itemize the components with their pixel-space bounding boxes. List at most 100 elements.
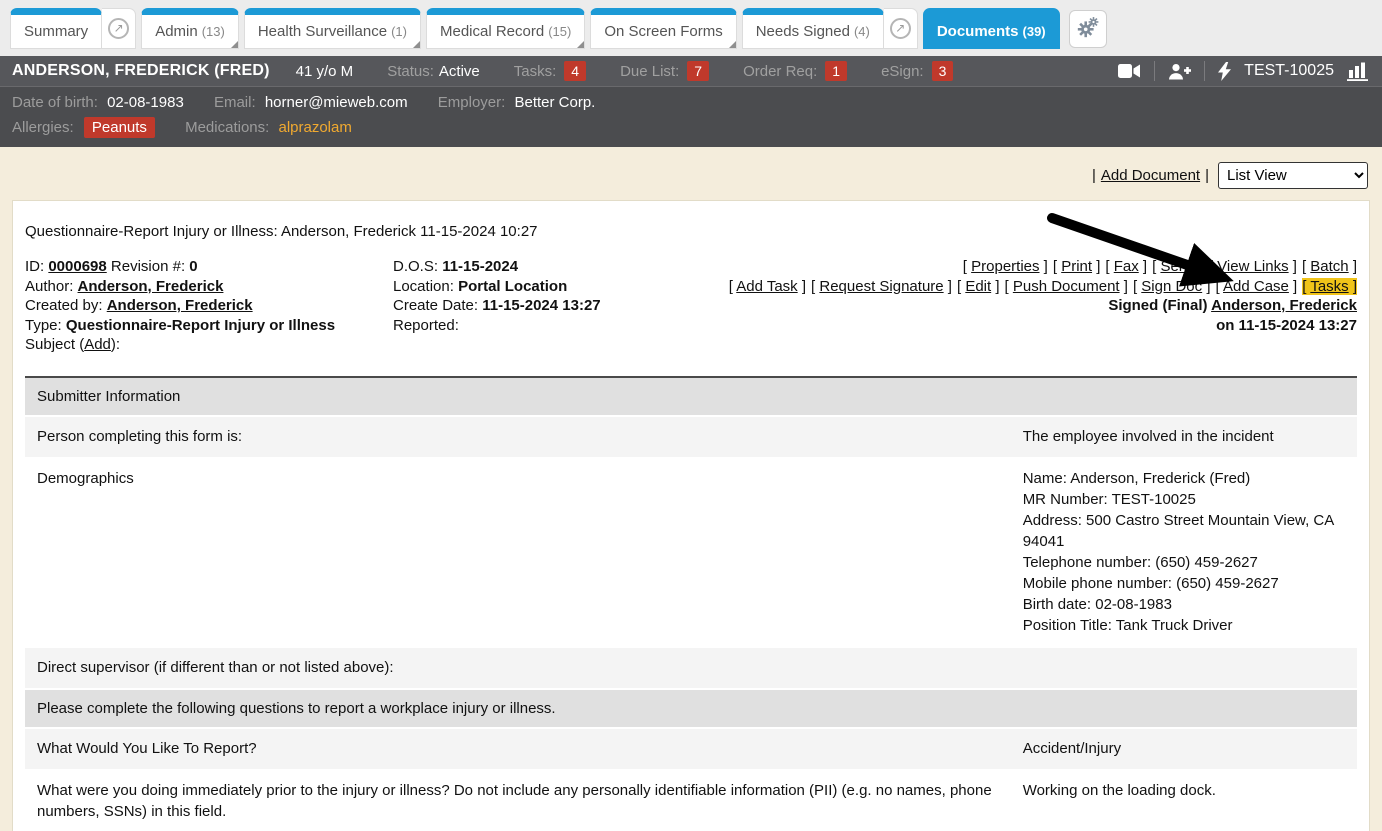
document-id-link[interactable]: 0000698 — [48, 258, 106, 275]
action-add-case: Add Case — [1216, 278, 1298, 295]
table-row: What were you doing immediately prior to… — [25, 770, 1357, 831]
location-label: Location: — [393, 278, 454, 295]
esign-label: eSign: — [881, 63, 924, 80]
popout-arrow-icon: ↗ — [108, 18, 129, 39]
type-value: Questionnaire-Report Injury or Illness — [66, 317, 335, 334]
question-cell: Direct supervisor (if different than or … — [25, 647, 1011, 689]
tab-summary-label: Summary — [24, 23, 88, 40]
action-print: Print — [1053, 258, 1101, 275]
document-title: Questionnaire-Report Injury or Illness: … — [25, 223, 1357, 240]
allergies-label: Allergies: — [12, 119, 74, 136]
created-by-label: Created by: — [25, 297, 103, 314]
add-user-icon[interactable] — [1168, 63, 1191, 80]
tab-admin-count: (13) — [202, 24, 225, 39]
tab-admin[interactable]: Admin (13) — [141, 8, 239, 49]
action-fax: Fax — [1105, 258, 1147, 275]
created-by-link[interactable]: Anderson, Frederick — [107, 297, 253, 314]
section-title: Please complete the following questions … — [25, 689, 1357, 728]
quick-action-bolt-icon[interactable] — [1218, 62, 1231, 81]
questionnaire-table: Submitter Information Person completing … — [25, 376, 1357, 831]
employer-label: Employer: — [438, 94, 506, 111]
answer-cell — [1011, 647, 1357, 689]
signed-status-line: Signed (Final) Anderson, Frederick — [693, 296, 1357, 316]
tab-medical-record-count: (15) — [548, 24, 571, 39]
action-send: Send — [1152, 258, 1204, 275]
dropdown-corner-icon — [413, 41, 420, 48]
document-meta: ID: 0000698 Revision #: 0 Author: Anders… — [25, 257, 1357, 355]
id-label: ID: — [25, 258, 44, 275]
section-header-row: Please complete the following questions … — [25, 689, 1357, 728]
tasks-count-badge[interactable]: 4 — [564, 61, 586, 81]
tab-medical-record[interactable]: Medical Record (15) — [426, 8, 585, 49]
divider — [1204, 61, 1205, 81]
action-tasks-highlighted: Tasks — [1302, 278, 1357, 295]
dos-value: 11-15-2024 — [442, 258, 518, 275]
status-label: Status: — [387, 63, 434, 80]
tab-documents-count: (39) — [1023, 24, 1046, 39]
view-mode-select[interactable]: List View — [1218, 162, 1368, 189]
reported-label: Reported: — [393, 317, 459, 334]
video-call-icon[interactable] — [1118, 63, 1141, 79]
mr-number: TEST-10025 — [1244, 62, 1334, 80]
subject-add-link[interactable]: Add — [84, 336, 111, 353]
separator — [1200, 167, 1214, 184]
patient-age-sex: 41 y/o M — [296, 63, 354, 80]
dob-value: 02-08-1983 — [107, 94, 184, 111]
action-push-document: Push Document — [1005, 278, 1128, 295]
answer-cell: Name: Anderson, Frederick (Fred) MR Numb… — [1011, 458, 1357, 647]
question-cell: Demographics — [25, 458, 1011, 647]
divider — [1154, 61, 1155, 81]
order-req-count-badge[interactable]: 1 — [825, 61, 847, 81]
answer-cell: Accident/Injury — [1011, 728, 1357, 770]
tab-health-surveillance[interactable]: Health Surveillance (1) — [244, 8, 421, 49]
create-date-value: 11-15-2024 13:27 — [482, 297, 600, 314]
popout-arrow-icon: ↗ — [890, 18, 911, 39]
section-header-row: Submitter Information — [25, 377, 1357, 416]
table-row: Demographics Name: Anderson, Frederick (… — [25, 458, 1357, 647]
table-row: What Would You Like To Report? Accident/… — [25, 728, 1357, 770]
action-request-signature: Request Signature — [811, 278, 952, 295]
type-label: Type: — [25, 317, 62, 334]
documents-toolbar: Add Document List View — [0, 147, 1382, 200]
medications-label: Medications: — [185, 119, 269, 136]
summary-popout-button[interactable]: ↗ — [102, 8, 136, 49]
author-link[interactable]: Anderson, Frederick — [78, 278, 224, 295]
action-sign-doc: Sign Doc — [1133, 278, 1211, 295]
action-properties: Properties — [963, 258, 1048, 275]
action-row-1: PropertiesPrintFaxSendView LinksBatch — [693, 257, 1357, 277]
tab-needs-signed[interactable]: Needs Signed (4) — [742, 8, 884, 49]
patient-name: ANDERSON, FREDERICK (FRED) — [12, 62, 270, 80]
email-label: Email: — [214, 94, 256, 111]
revision-value: 0 — [189, 258, 197, 275]
signed-by-link[interactable]: Anderson, Frederick — [1211, 297, 1357, 314]
chart-icon[interactable] — [1347, 62, 1370, 81]
answer-cell: Working on the loading dock. — [1011, 770, 1357, 831]
allergy-badge[interactable]: Peanuts — [84, 117, 155, 138]
employer-value: Better Corp. — [514, 94, 595, 111]
medications-value[interactable]: alprazolam — [278, 119, 351, 136]
settings-button[interactable] — [1069, 10, 1107, 48]
question-cell: What Would You Like To Report? — [25, 728, 1011, 770]
document-panel: Questionnaire-Report Injury or Illness: … — [12, 200, 1370, 831]
author-label: Author: — [25, 278, 73, 295]
due-list-label: Due List: — [620, 63, 679, 80]
action-row-2: Add TaskRequest SignatureEditPush Docume… — [693, 277, 1357, 297]
needs-signed-popout-button[interactable]: ↗ — [884, 8, 918, 49]
question-cell: Person completing this form is: — [25, 416, 1011, 458]
patient-header-bar: ANDERSON, FREDERICK (FRED) 41 y/o M Stat… — [0, 56, 1382, 86]
create-date-label: Create Date: — [393, 297, 478, 314]
section-title: Submitter Information — [25, 377, 1357, 416]
action-edit: Edit — [957, 278, 1000, 295]
tab-documents[interactable]: Documents (39) — [923, 8, 1060, 49]
tab-on-screen-forms[interactable]: On Screen Forms — [590, 8, 736, 49]
dos-label: D.O.S: — [393, 258, 438, 275]
due-list-count-badge[interactable]: 7 — [687, 61, 709, 81]
patient-info-block: Date of birth: 02-08-1983 Email: horner@… — [0, 86, 1382, 147]
dropdown-corner-icon — [231, 41, 238, 48]
dob-label: Date of birth: — [12, 94, 98, 111]
tab-summary[interactable]: Summary — [10, 8, 102, 49]
add-document-link[interactable]: Add Document — [1101, 167, 1200, 184]
table-row: Person completing this form is: The empl… — [25, 416, 1357, 458]
esign-count-badge[interactable]: 3 — [932, 61, 954, 81]
tab-bar: Summary ↗ Admin (13) Health Surveillance… — [0, 0, 1382, 56]
